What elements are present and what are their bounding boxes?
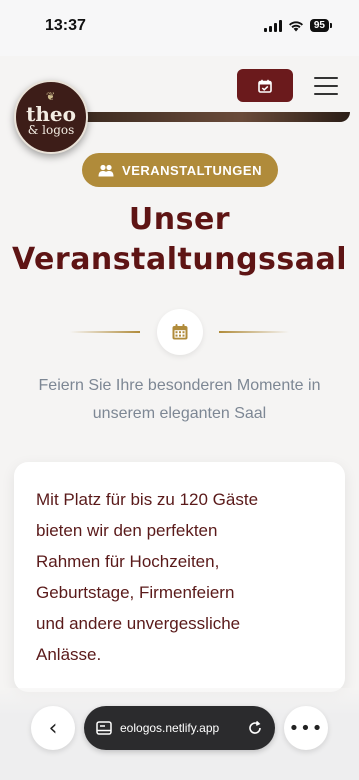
ellipsis-icon: ••• [288, 717, 324, 739]
back-button[interactable]: ‹ [31, 706, 75, 750]
hero-image-strip [80, 112, 350, 122]
hamburger-menu-icon[interactable] [314, 77, 338, 95]
divider-icon-circle [157, 309, 203, 355]
logo-text-primary: theo [26, 102, 76, 126]
more-options-button[interactable]: ••• [284, 706, 328, 750]
page-title: Unser Veranstaltungssaal [0, 200, 359, 280]
card-line: und andere unvergessliche [36, 614, 241, 633]
url-text: eologos.netlify.app [120, 721, 220, 735]
badge-label: VERANSTALTUNGEN [122, 162, 262, 178]
olive-leaf-icon: ❦ [46, 90, 56, 103]
chevron-left-icon: ‹ [48, 715, 58, 741]
info-card: Mit Platz für bis zu 120 Gäste bieten wi… [14, 462, 345, 692]
address-bar[interactable]: eologos.netlify.app [84, 706, 275, 750]
wifi-icon [288, 20, 303, 31]
card-line: Anlässe. [36, 645, 102, 664]
divider-line-left [70, 331, 140, 333]
reload-icon[interactable] [247, 720, 263, 736]
subtitle-line-1: Feiern Sie Ihre besonderen Momente in [38, 377, 321, 394]
signal-icon [263, 19, 282, 32]
card-line: Geburtstage, Firmenfeiern [36, 583, 235, 602]
logo[interactable]: ❦ theo & logos [14, 80, 88, 154]
calendar-icon [172, 324, 188, 340]
subtitle-line-2: unserem eleganten Saal [92, 405, 267, 422]
page-title-line-2: Veranstaltungssaal [11, 242, 348, 277]
status-icons: 95 [263, 19, 333, 32]
calendar-check-icon [258, 79, 272, 93]
card-line: Mit Platz für bis zu 120 Gäste [36, 490, 259, 509]
page-menu-icon[interactable] [96, 721, 112, 735]
info-card-text: Mit Platz für bis zu 120 Gäste bieten wi… [36, 484, 326, 670]
status-time: 13:37 [45, 17, 86, 34]
people-icon [98, 164, 114, 176]
status-bar: 13:37 95 [0, 0, 359, 56]
reservation-calendar-button[interactable] [237, 69, 293, 102]
logo-text-secondary: & logos [27, 123, 75, 137]
divider-line-right [219, 331, 289, 333]
decorative-divider [0, 309, 359, 355]
page-subtitle: Feiern Sie Ihre besonderen Momente in un… [0, 372, 359, 428]
section-badge: VERANSTALTUNGEN [82, 153, 278, 187]
battery-indicator: 95 [309, 19, 333, 32]
card-line: Rahmen für Hochzeiten, [36, 552, 220, 571]
card-line: bieten wir den perfekten [36, 521, 218, 540]
page-title-line-1: Unser [128, 202, 231, 237]
